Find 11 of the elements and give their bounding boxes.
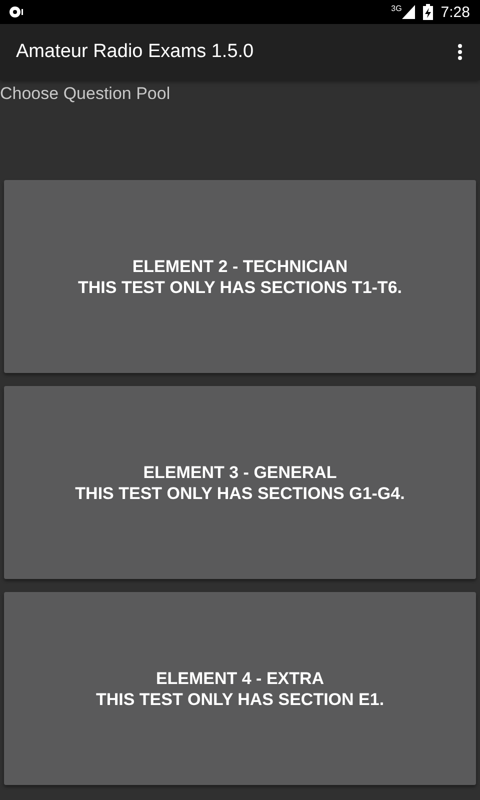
section-heading: Choose Question Pool: [0, 84, 172, 105]
question-pool-button[interactable]: ELEMENT 3 - GENERAL THIS TEST ONLY HAS SECTIONS G1-G4.: [4, 386, 476, 579]
app-title: Amateur Radio Exams 1.5.0: [16, 41, 255, 63]
question-pool-button[interactable]: ELEMENT 4 - EXTRA THIS TEST ONLY HAS SECTION E1.: [4, 592, 476, 785]
signal-icon: [402, 5, 415, 19]
question-pool-button[interactable]: ELEMENT 2 - TECHNICIAN THIS TEST ONLY HAS SECTIONS T1-T6.: [4, 180, 476, 373]
network-type: 3G: [391, 4, 402, 13]
notification-icon: [8, 5, 24, 19]
clock-time: 7:28: [440, 4, 470, 20]
more-icon: [458, 44, 462, 60]
battery-icon: [422, 4, 433, 20]
